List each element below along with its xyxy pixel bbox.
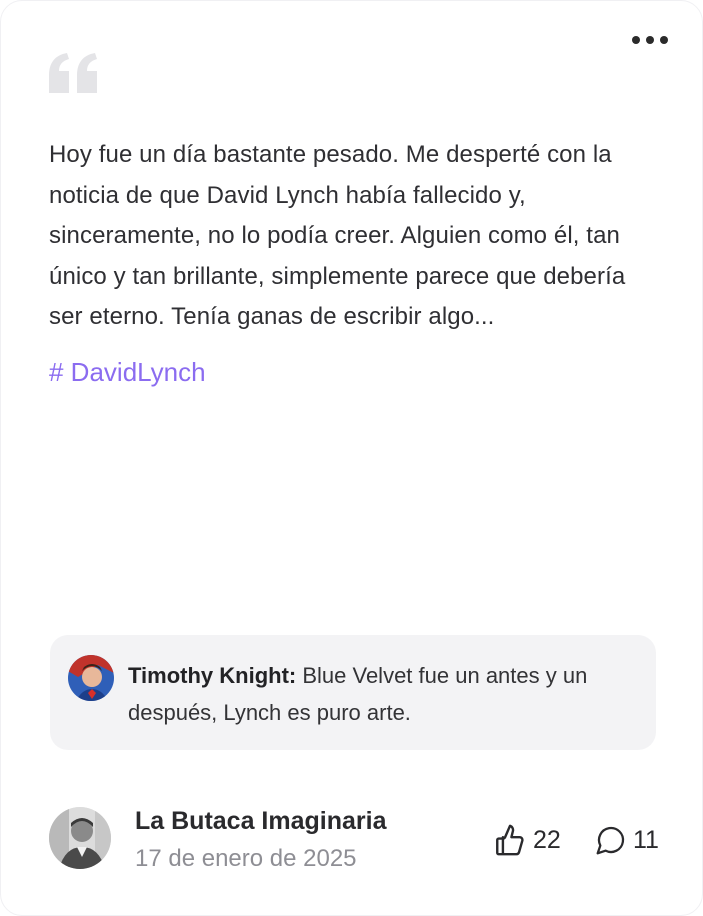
hashtag-link[interactable]: # DavidLynch: [49, 357, 206, 388]
like-count: 22: [533, 825, 561, 854]
comment-author[interactable]: Timothy Knight:: [128, 663, 296, 688]
commenter-avatar[interactable]: [68, 655, 114, 701]
more-options-icon[interactable]: [632, 31, 668, 49]
like-button[interactable]: 22: [493, 823, 561, 857]
author-avatar[interactable]: [49, 807, 111, 869]
comment-count: 11: [633, 825, 659, 854]
post-card: Hoy fue un día bastante pesado. Me despe…: [0, 0, 703, 916]
dot: [646, 36, 654, 44]
dot: [660, 36, 668, 44]
post-body: Hoy fue un día bastante pesado. Me despe…: [49, 141, 626, 330]
quote-icon: [49, 53, 97, 93]
post-date: 17 de enero de 2025: [135, 845, 357, 872]
thumbs-up-icon: [496, 824, 524, 856]
comment-button[interactable]: 11: [595, 823, 659, 857]
author-name[interactable]: La Butaca Imaginaria: [135, 807, 386, 836]
featured-comment[interactable]: Timothy Knight: Blue Velvet fue un antes…: [50, 635, 656, 750]
comment-text: Timothy Knight: Blue Velvet fue un antes…: [128, 657, 628, 731]
message-circle-icon: [596, 826, 625, 855]
dot: [632, 36, 640, 44]
